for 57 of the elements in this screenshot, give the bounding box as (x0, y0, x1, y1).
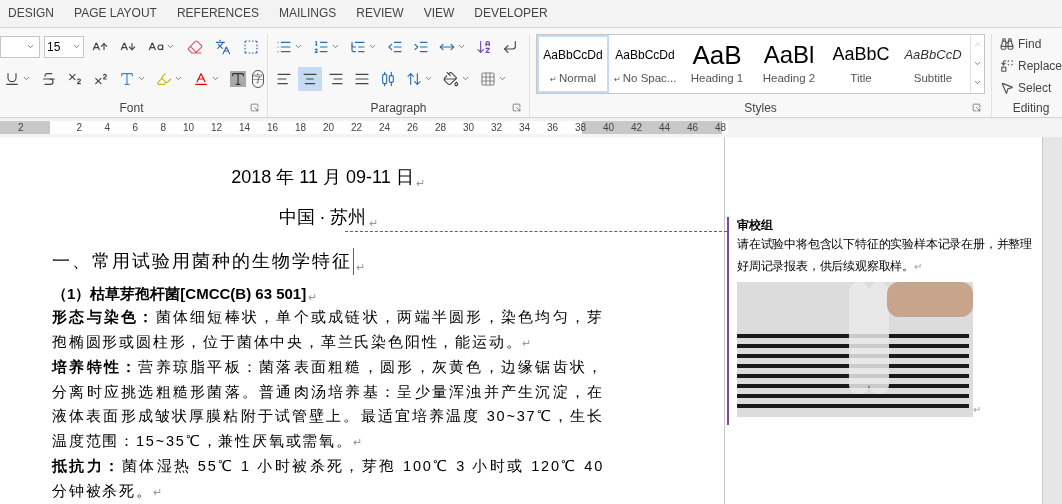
body-paragraph: 形态与染色：菌体细短棒状，单个或成链状，两端半圆形，染色均匀，芽孢椭圆形或圆柱形，位于菌体中央，革兰氏染色阳性，能运动。↵ (52, 308, 604, 352)
numbering-icon (313, 38, 329, 55)
dialog-launcher-icon[interactable] (512, 103, 521, 113)
editing-button[interactable]: Replace (999, 55, 1062, 77)
line-spacing-icon (406, 70, 422, 87)
group-label: Editing (1012, 99, 1050, 117)
sort-icon (476, 38, 492, 55)
paragraph-mark: ↵ (973, 403, 981, 417)
style-item[interactable]: AaBbCcDd ↵ No Spac... (609, 34, 681, 93)
editing-button[interactable]: Select (999, 76, 1062, 99)
ruler: 2 2 4 6 8 10 12 14 16 18 20 22 24 26 28 30 32 34 36 38 40 42 44 46 48 (0, 120, 728, 134)
style-item[interactable]: AaB Heading 1 (681, 34, 753, 93)
subsection-heading: （1）枯草芽孢杆菌[CMCC(B) 63 501] (52, 283, 307, 304)
body-paragraph: 培养特性：营养琼脂平板：菌落表面粗糙，圆形，灰黄色，边缘锯齿状，分离时应挑选粗糙形菌落。普通肉汤培养基：呈少量浑浊并产生沉淀，在液体表面形成皱状厚膜粘附于试管壁上。最适宜培养温度 30~37℃，生长温度范围：15~35℃，兼性厌氧或需氧。↵ (52, 358, 604, 451)
paragraph-mark: ↵ (368, 215, 378, 231)
centered-line: 2018 年 11 月 09-11 日 (231, 166, 414, 189)
underline-icon (4, 70, 20, 87)
show-marks-icon (502, 38, 518, 55)
section-heading: 一、常用试验用菌种的生物学特征 (52, 248, 354, 275)
strikethrough-icon (41, 70, 57, 87)
dialog-launcher-icon[interactable] (250, 103, 259, 113)
text-effects-icon (119, 70, 135, 87)
ribbon-tab[interactable]: MAILINGS (278, 0, 337, 27)
editing-button[interactable]: Find (999, 33, 1062, 56)
group-label: Font (119, 99, 144, 117)
ribbon-tab[interactable]: REFERENCES (176, 0, 259, 27)
font-size-dropdown[interactable]: 15 (44, 35, 84, 58)
ribbon-tab[interactable]: VIEW (423, 0, 455, 27)
phonetic-guide-icon (215, 38, 231, 55)
character-shading-icon (230, 70, 246, 87)
clear-formatting-icon (187, 38, 203, 55)
font-color-icon (193, 70, 209, 87)
borders-icon (480, 70, 496, 87)
group-label: Styles (744, 99, 777, 117)
align-button[interactable] (298, 66, 322, 91)
style-item[interactable]: AaBbCcD Subtitle (897, 34, 969, 93)
paragraph-mark: ↵ (415, 175, 425, 191)
ribbon-tab[interactable]: PAGE LAYOUT (74, 0, 157, 27)
paragraph-mark: ↵ (308, 289, 318, 305)
comment-author: 审校组 (737, 217, 773, 233)
style-item[interactable]: AaBl Heading 2 (753, 34, 825, 93)
ribbon-tab[interactable]: REVIEW (356, 0, 404, 27)
dialog-launcher-icon[interactable] (971, 103, 981, 113)
align-icon (380, 70, 396, 87)
comment-text: 请在试验中将包含以下特征的实验样本记录在册，并整理好周记录报表，供后续观察取样。↵ (737, 236, 1033, 275)
highlight-icon (156, 70, 172, 87)
shading-icon (443, 70, 459, 87)
character-border-icon (243, 38, 259, 55)
scroll-down-icon[interactable] (972, 59, 982, 68)
paragraph-mark: ↵ (356, 259, 365, 275)
style-item[interactable]: AaBbC Title (825, 34, 897, 93)
centered-line: 中国 · 苏州 (278, 206, 367, 229)
ribbon-tab[interactable]: DEVELOPER (474, 0, 548, 27)
ribbon-tab[interactable]: DESIGN (8, 0, 54, 27)
body-paragraph: 抵抗力：菌体湿热 55℃ 1 小时被杀死，芽孢 100℃ 3 小时或 120℃ 40 分钟被杀死。↵ (52, 457, 604, 501)
group-label: Paragraph (370, 99, 427, 117)
style-item[interactable]: AaBbCcDd ↵ Normal (537, 34, 609, 93)
